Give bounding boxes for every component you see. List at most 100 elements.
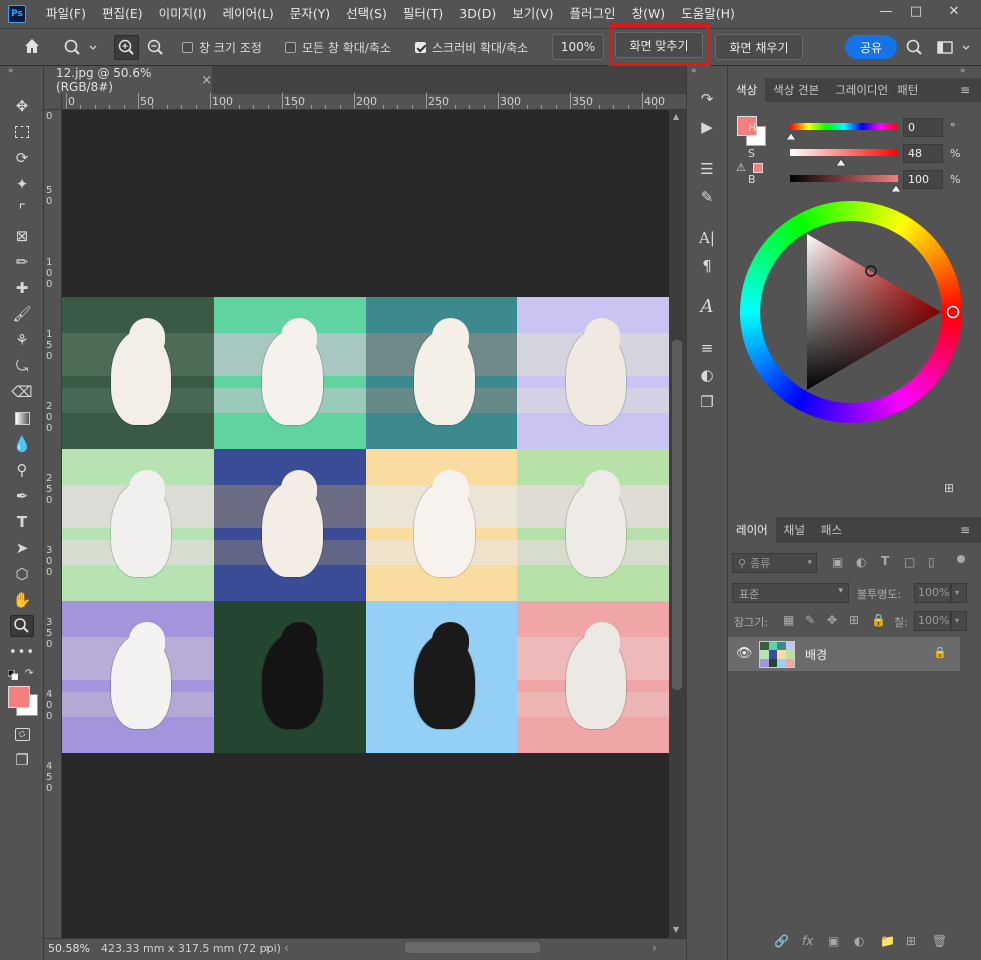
quick-mask-icon[interactable] [10,723,34,745]
zoom-in-icon[interactable] [114,35,139,60]
vertical-ruler[interactable]: 050100150200250300350400450 [44,110,62,938]
document-image[interactable] [62,297,669,753]
add-mask-icon[interactable]: ▣ [828,934,839,948]
saturation-slider-handle[interactable] [835,155,847,169]
opacity-dropdown-icon[interactable]: ▾ [951,583,967,603]
screen-mode-icon[interactable]: ❐ [10,749,34,771]
move-tool-icon[interactable]: ✥ [10,95,34,117]
tab-gradients[interactable]: 그레이디언트 [827,78,889,102]
paragraph-panel-icon[interactable]: ¶ [696,255,718,277]
lock-all-icon[interactable]: 🔒 [871,613,886,627]
fit-screen-button[interactable]: 화면 맞추기 [615,32,703,58]
filter-toggle-icon[interactable] [957,555,965,563]
dodge-tool-icon[interactable]: ⚲ [10,459,34,481]
minimize-button[interactable]: — [871,0,901,22]
expand-panel-icon[interactable]: ⊞ [944,481,954,495]
opacity-input[interactable]: 100% [914,583,951,603]
tab-swatches[interactable]: 색상 견본 [765,78,827,102]
collapse-toolbar-icon[interactable]: » [8,66,14,76]
new-group-icon[interactable]: 📁 [880,934,895,948]
hue-slider-handle[interactable] [785,129,797,143]
hand-tool-icon[interactable]: ✋ [10,589,34,611]
gradient-tool-icon[interactable] [10,407,34,429]
healing-brush-tool-icon[interactable]: ✚ [10,277,34,299]
brightness-slider[interactable] [790,175,898,182]
foreground-color-swatch[interactable] [8,686,30,708]
hue-input[interactable]: 0 [903,118,943,137]
brightness-input[interactable]: 100 [903,170,943,189]
scrubby-zoom-checkbox[interactable] [415,42,426,53]
fill-dropdown-icon[interactable]: ▾ [951,611,967,631]
new-layer-icon[interactable]: ⊞ [906,934,916,948]
zoom-tool-icon[interactable] [10,615,34,637]
fill-screen-button[interactable]: 화면 채우기 [715,34,803,60]
menu-item[interactable]: 파일(F) [38,0,94,28]
menu-item[interactable]: 이미지(I) [151,0,215,28]
brush-settings-icon[interactable]: ✎ [696,186,718,208]
layer-row[interactable]: 👁 배경 🔒 [728,637,960,671]
share-button[interactable]: 공유 [845,35,897,59]
link-layers-icon[interactable]: 🔗 [774,934,789,948]
swap-colors-icon[interactable]: ↷ [25,668,33,679]
menu-item[interactable]: 필터(T) [395,0,451,28]
resize-windows-checkbox[interactable] [182,42,193,53]
stamp-tool-icon[interactable]: ⚘ [10,329,34,351]
color-wheel[interactable] [740,201,962,423]
panel-menu-icon[interactable]: ≡ [960,83,970,97]
more-tools-icon[interactable]: ••• [9,641,34,663]
eyedropper-tool-icon[interactable]: ✏ [10,251,34,273]
type-tool-icon[interactable]: T [10,511,34,533]
document-tab[interactable]: 12.jpg @ 50.6% (RGB/8#) × [44,66,212,94]
magic-wand-tool-icon[interactable]: ✦ [10,173,34,195]
status-more-icon[interactable]: › [265,941,270,955]
menu-item[interactable]: 편집(E) [94,0,151,28]
scroll-down-icon[interactable]: ▼ [673,925,679,934]
filter-type-layers-icon[interactable]: T [881,554,889,568]
glyphs-panel-icon[interactable]: A [696,295,718,317]
menu-item[interactable]: 3D(D) [451,0,504,28]
workspace-icon[interactable] [935,38,975,58]
eraser-tool-icon[interactable]: ⌫ [10,381,34,403]
blend-mode-select[interactable]: 표준 ▾ [732,583,849,603]
zoom-all-windows-checkbox[interactable] [285,42,296,53]
history-panel-icon[interactable]: ↷ [696,88,718,110]
actions-panel-icon[interactable]: ▶ [696,116,718,138]
layer-name[interactable]: 배경 [805,646,827,663]
layers-panel-menu-icon[interactable]: ≡ [960,523,970,537]
menu-item[interactable]: 문자(Y) [282,0,338,28]
blur-tool-icon[interactable]: 💧 [10,433,34,455]
tab-channels[interactable]: 채널 [776,517,813,543]
home-icon[interactable] [22,37,44,57]
tab-patterns[interactable]: 패턴 [889,78,926,102]
filter-pixel-layers-icon[interactable]: ▣ [832,555,843,569]
brightness-slider-handle[interactable] [890,181,902,195]
zoom-out-icon[interactable] [144,36,167,59]
scroll-left-icon[interactable]: ‹ [284,941,289,955]
delete-layer-icon[interactable]: 🗑 [932,934,947,948]
lock-image-pixels-icon[interactable]: ✎ [805,613,815,627]
fill-input[interactable]: 100% [914,611,951,631]
filter-shape-layers-icon[interactable]: □ [904,555,915,569]
tab-paths[interactable]: 패스 [813,517,850,543]
frame-tool-icon[interactable]: ⊠ [10,225,34,247]
adjustment-layer-icon[interactable]: ◐ [696,364,718,386]
lasso-tool-icon[interactable]: ⟳ [10,147,34,169]
shape-tool-icon[interactable]: ⬡ [10,563,34,585]
libraries-panel-icon[interactable]: ❐ [696,391,718,413]
collapse-right-panels-icon[interactable]: » [960,66,966,76]
filter-adjustment-layers-icon[interactable]: ◐ [856,555,866,569]
collapse-dock-left-icon[interactable]: « [691,66,697,76]
scroll-up-icon[interactable]: ▲ [673,112,679,121]
tab-color[interactable]: 색상 [728,78,766,102]
close-tab-icon[interactable]: × [201,73,212,88]
zoom-level[interactable]: 50.58% [48,942,90,955]
scroll-right-icon[interactable]: › [652,941,657,955]
horizontal-scroll-thumb[interactable] [405,942,540,953]
default-colors-icon[interactable] [7,669,19,681]
lock-position-icon[interactable]: ✥ [827,613,837,627]
crop-tool-icon[interactable]: ⌜ [10,199,34,221]
horizontal-ruler[interactable]: 0 50 100 150 200 250 300 350 400 [62,93,686,110]
search-icon[interactable] [905,38,925,58]
filter-smart-objects-icon[interactable]: ▯ [928,555,935,569]
zoom-tool-preset-icon[interactable] [63,38,99,58]
